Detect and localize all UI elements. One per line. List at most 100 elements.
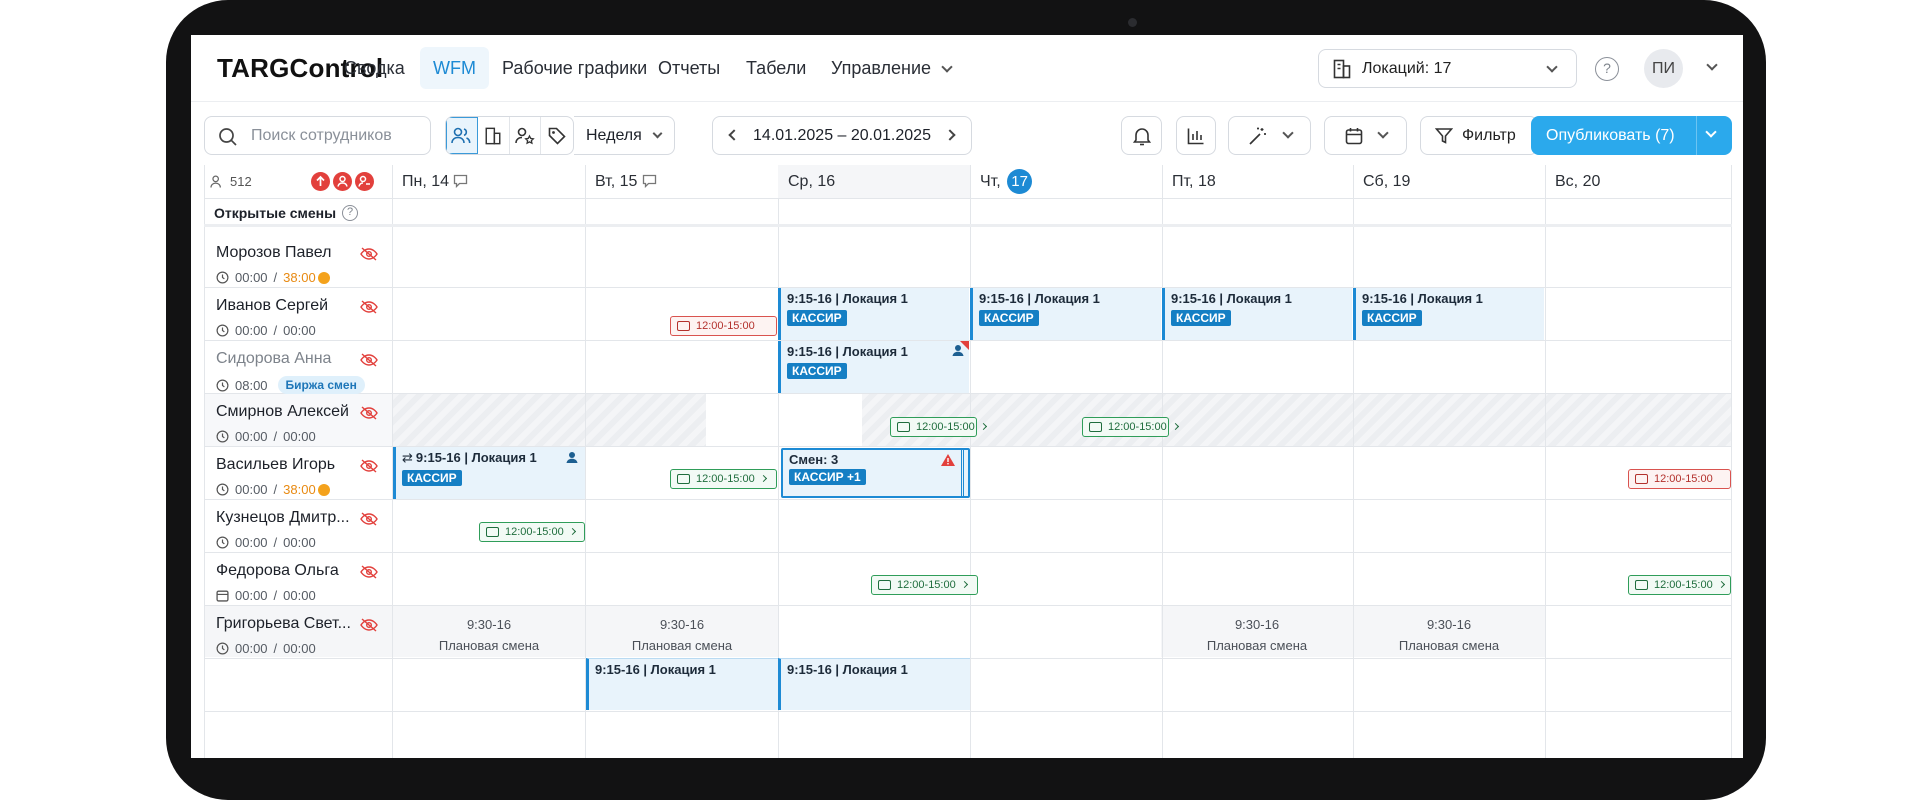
employee-name: Кузнецов Дмитр... <box>216 509 350 526</box>
day-header-tue[interactable]: Вт, 15 <box>595 165 657 198</box>
view-employees-button[interactable] <box>446 117 478 154</box>
nav-work-schedules[interactable]: Рабочие графики <box>489 47 660 89</box>
camera <box>1128 18 1137 27</box>
role-tag: КАССИР <box>402 470 462 486</box>
shift-card[interactable]: ⇄ 9:15-16 | Локация 1 КАССИР <box>393 447 585 499</box>
shift-card[interactable]: 9:15-16 | Локация 1 КАССИР <box>778 288 969 340</box>
hours-norm: 00:00 <box>283 535 316 550</box>
eye-off-icon[interactable] <box>360 459 378 473</box>
shift-title: 9:15-16 | Локация 1 <box>787 344 908 359</box>
eye-off-icon[interactable] <box>360 618 378 632</box>
pill-time: 12:00-15:00 <box>505 526 564 538</box>
view-tags-button[interactable] <box>541 117 573 154</box>
app-screen: TARGControl Сводка WFM Рабочие графики О… <box>191 35 1743 758</box>
shift-card[interactable]: 9:15-16 | Локация 1 КАССИР <box>1353 288 1544 340</box>
location-selector[interactable]: Локаций: 17 <box>1318 49 1577 88</box>
conflict-alert-icon[interactable] <box>333 172 352 191</box>
shift-card[interactable]: 9:15-16 | Локация 1 <box>778 658 970 710</box>
nav-management[interactable]: Управление <box>818 47 953 89</box>
stats-button[interactable] <box>1176 116 1216 155</box>
day-header-wed[interactable]: Ср, 16 <box>778 165 970 198</box>
shift-card[interactable]: 9:15-16 | Локация 1 КАССИР <box>778 341 969 393</box>
day-label: Пт, 18 <box>1172 173 1216 190</box>
overtime-icon <box>317 271 330 284</box>
period-select[interactable]: Неделя <box>574 116 675 155</box>
pill-time: 12:00-15:00 <box>897 579 956 591</box>
planned-shift[interactable]: 9:30-16 Плановая смена <box>393 605 585 657</box>
notifications-button[interactable] <box>1121 116 1162 155</box>
day-header-fri[interactable]: Пт, 18 <box>1172 165 1216 198</box>
auto-schedule-button[interactable] <box>1228 116 1311 155</box>
planned-shift[interactable]: 9:30-16 Плановая смена <box>1353 605 1545 657</box>
user-avatar[interactable]: ПИ <box>1644 49 1683 88</box>
eye-off-icon[interactable] <box>360 565 378 579</box>
eye-off-icon[interactable] <box>360 406 378 420</box>
location-label: Локаций: 17 <box>1362 60 1452 77</box>
open-shifts-row: Открытые смены ? <box>214 205 359 221</box>
shift-title: 9:15-16 | Локация 1 <box>415 450 537 465</box>
prev-week-icon[interactable] <box>728 129 740 141</box>
nav-wfm[interactable]: WFM <box>420 47 489 89</box>
planned-shift[interactable]: 9:30-16 Плановая смена <box>1161 605 1353 657</box>
publish-button[interactable]: Опубликовать (7) <box>1531 116 1732 155</box>
open-shift-pill[interactable]: 12:00-15:00 <box>479 522 585 542</box>
planned-shift-time: 9:30-16 <box>1234 617 1280 632</box>
help-icon[interactable]: ? <box>1595 57 1619 81</box>
open-shift-pill[interactable]: 12:00-15:00 <box>1628 575 1731 595</box>
help-icon[interactable]: ? <box>342 205 359 221</box>
employee-hours: 00:00 / 00:00 <box>216 323 316 338</box>
unassigned-shift-pill[interactable]: 12:00-15:00 <box>1628 469 1731 489</box>
eye-off-icon[interactable] <box>360 300 378 314</box>
nav-reports[interactable]: Отчеты <box>645 47 733 89</box>
open-shift-pill[interactable]: 12:00-15:00 <box>670 469 777 489</box>
grid-line <box>1545 165 1546 758</box>
clock-icon <box>216 324 229 337</box>
planned-shift[interactable]: 9:30-16 Плановая смена <box>586 605 778 657</box>
next-week-icon[interactable] <box>944 129 956 141</box>
bell-icon <box>1132 127 1151 145</box>
day-label: Ср, 16 <box>788 173 836 190</box>
pill-time: 12:00-15:00 <box>696 473 755 485</box>
day-label: Чт, <box>980 173 1001 190</box>
shift-card[interactable]: 9:15-16 | Локация 1 <box>586 658 778 710</box>
filter-button[interactable]: Фильтр <box>1420 116 1538 155</box>
chevron-down-icon <box>652 128 663 139</box>
nav-timesheets[interactable]: Табели <box>733 47 819 89</box>
publish-label: Опубликовать (7) <box>1546 127 1675 144</box>
multi-shift-stack[interactable]: Смен: 3 КАССИР +1 <box>781 448 970 498</box>
nav-summary[interactable]: Сводка <box>331 47 418 89</box>
open-shift-pill[interactable]: 12:00-15:00 <box>871 575 978 595</box>
user-menu-chevron-icon[interactable] <box>1706 59 1718 71</box>
employee-row[interactable]: Григорьева Свет... 00:00 / 00:00 <box>204 605 392 670</box>
view-skills-button[interactable] <box>510 117 542 154</box>
day-header-sat[interactable]: Сб, 19 <box>1363 165 1410 198</box>
shift-title: 9:15-16 | Локация 1 <box>595 662 716 677</box>
shift-title: 9:15-16 | Локация 1 <box>1171 291 1292 306</box>
overtime-alert-icon[interactable] <box>311 172 330 191</box>
view-locations-button[interactable] <box>478 117 510 154</box>
eye-off-icon[interactable] <box>360 353 378 367</box>
unassigned-shift-pill[interactable]: 12:00-15:00 <box>670 316 777 336</box>
shift-card[interactable]: 9:15-16 | Локация 1 КАССИР <box>970 288 1161 340</box>
publish-menu-chevron-icon[interactable] <box>1705 126 1717 138</box>
hours-norm: 00:00 <box>283 641 316 656</box>
calendar-button[interactable] <box>1324 116 1407 155</box>
filter-icon <box>1435 127 1453 144</box>
employee-search-input[interactable]: Поиск сотрудников <box>204 116 431 155</box>
absence-alert-icon[interactable] <box>355 172 374 191</box>
pill-time: 12:00-15:00 <box>1108 421 1167 433</box>
day-header-sun[interactable]: Вс, 20 <box>1555 165 1600 198</box>
open-shift-pill[interactable]: 12:00-15:00 <box>1082 417 1179 437</box>
hours-worked: 00:00 <box>235 641 268 656</box>
period-label: Неделя <box>586 127 642 144</box>
shift-exchange-badge[interactable]: Биржа смен <box>277 376 365 394</box>
arrow-up-icon <box>316 175 325 186</box>
day-header-thu[interactable]: Чт, 17 <box>980 165 1033 198</box>
shift-card[interactable]: 9:15-16 | Локация 1 КАССИР <box>1162 288 1352 340</box>
employee-hours: 00:00 / 00:00 <box>216 429 316 444</box>
bar-chart-icon <box>1187 128 1204 144</box>
eye-off-icon[interactable] <box>360 512 378 526</box>
open-shift-pill[interactable]: 12:00-15:00 <box>890 417 987 437</box>
day-header-mon[interactable]: Пн, 14 <box>402 165 468 198</box>
eye-off-icon[interactable] <box>360 247 378 261</box>
